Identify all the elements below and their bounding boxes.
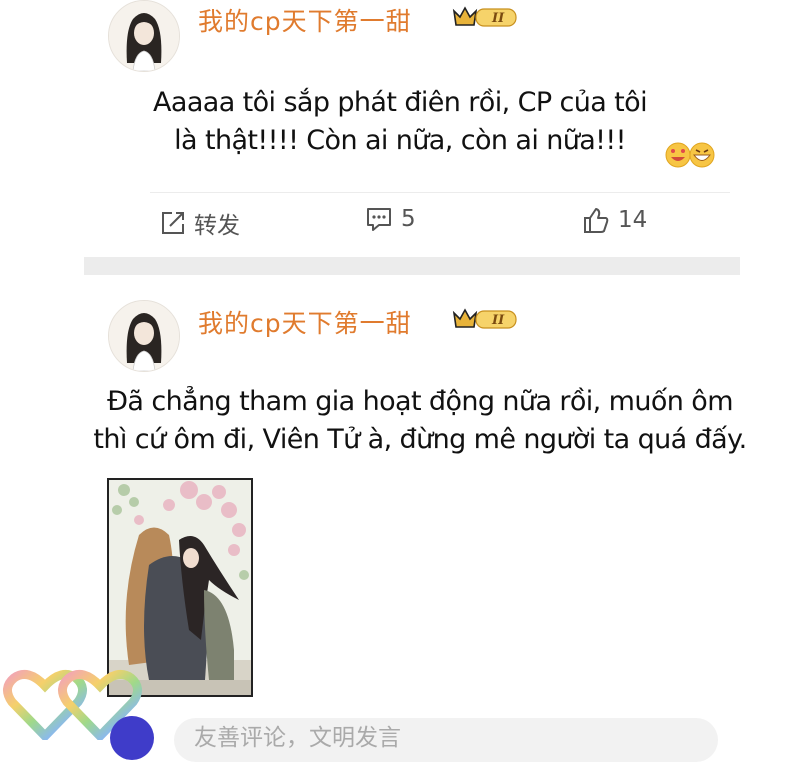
avatar[interactable] — [108, 0, 180, 72]
comment-button[interactable]: 5 — [365, 206, 416, 232]
repost-button[interactable]: 转发 — [160, 206, 240, 240]
comment-icon — [367, 208, 391, 231]
crown-badge-icon: II — [452, 5, 520, 29]
post-text-line: thì cứ ôm đi, Viên Tử à, đừng mê người t… — [93, 424, 747, 455]
post-text-line: Aaaaa tôi sắp phát điên rồi, CP của tôi — [153, 87, 648, 118]
comment-input[interactable]: 友善评论，文明发言 — [174, 718, 718, 762]
like-icon — [584, 208, 609, 233]
svg-text:II: II — [491, 313, 505, 328]
avatar[interactable] — [108, 300, 180, 372]
avatar[interactable] — [110, 716, 154, 760]
like-count: 14 — [618, 207, 648, 233]
svg-text:II: II — [491, 11, 505, 26]
divider — [150, 192, 730, 193]
comment-count: 5 — [401, 206, 416, 232]
repost-icon — [162, 212, 184, 234]
username[interactable]: 我的cp天下第一甜 — [198, 2, 412, 38]
avatar-illustration — [109, 301, 179, 371]
avatar-illustration — [109, 1, 179, 71]
emoji-icon — [663, 140, 719, 175]
repost-label: 转发 — [194, 213, 240, 239]
crown-badge-icon: II — [452, 307, 520, 331]
post-separator — [84, 257, 740, 275]
username[interactable]: 我的cp天下第一甜 — [198, 304, 412, 340]
post-text-line: Đã chẳng tham gia hoạt động nữa rồi, muố… — [107, 386, 733, 417]
comment-placeholder: 友善评论，文明发言 — [194, 725, 401, 751]
like-button[interactable]: 14 — [582, 206, 647, 234]
